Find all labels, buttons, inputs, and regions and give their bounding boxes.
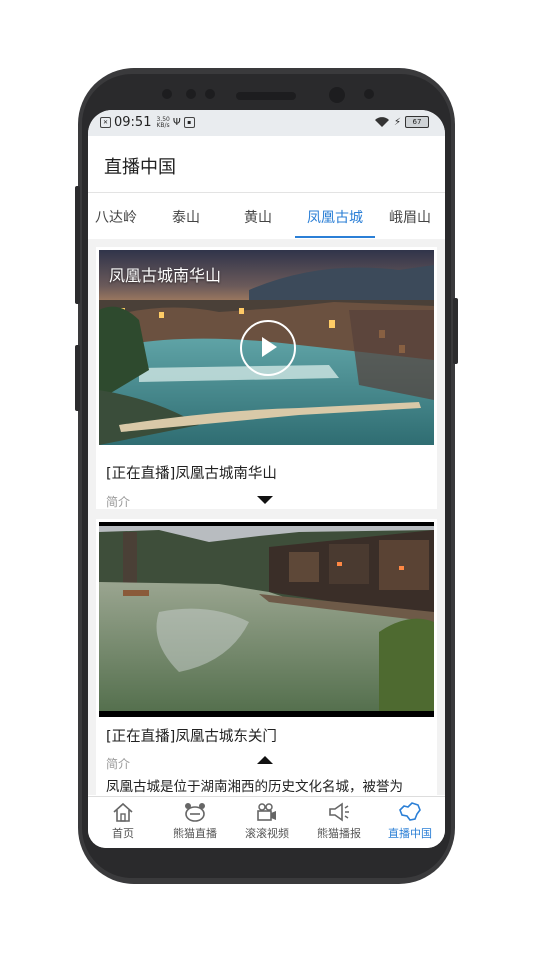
video-thumbnail[interactable] bbox=[99, 522, 434, 717]
network-speed-unit: KB/s bbox=[156, 121, 170, 129]
tab-bar: 八达岭 泰山 黄山 凤凰古城 峨眉山 bbox=[88, 193, 445, 239]
live-card[interactable]: [正在直播]凤凰古城东关门 简介 凤凰古城是位于湖南湘西的历史文化名城，被誉为 bbox=[96, 519, 437, 795]
power-button bbox=[453, 298, 458, 364]
notification-icon: ✕ bbox=[100, 117, 111, 128]
tab-huangshan[interactable]: 黄山 bbox=[222, 207, 294, 227]
wifi-icon bbox=[374, 117, 389, 127]
china-map-icon bbox=[399, 802, 421, 821]
nav-panda-live[interactable]: 熊猫直播 bbox=[160, 801, 230, 841]
nav-label: 滚滚视频 bbox=[245, 827, 289, 840]
megaphone-icon bbox=[329, 802, 349, 822]
nav-rolling-video[interactable]: 滚滚视频 bbox=[232, 801, 302, 841]
card-description: 凤凰古城是位于湖南湘西的历史文化名城，被誉为 bbox=[106, 779, 403, 795]
tab-fenghuang[interactable]: 凤凰古城 bbox=[299, 207, 371, 227]
volume-button bbox=[75, 186, 80, 304]
front-sensor bbox=[162, 89, 172, 99]
live-feed[interactable]: 凤凰古城南华山 [正在直播]凤凰古城南华山 简介 [正在直播]凤凰古城东关门 简… bbox=[88, 239, 445, 795]
app-notification-icon: ▪ bbox=[183, 117, 195, 128]
app-bar: 直播中国 bbox=[88, 136, 445, 193]
nav-panda-report[interactable]: 熊猫播报 bbox=[304, 801, 374, 841]
battery-icon: 67 bbox=[405, 116, 429, 128]
front-sensor bbox=[186, 89, 196, 99]
panda-icon bbox=[185, 803, 205, 822]
live-card[interactable]: 凤凰古城南华山 [正在直播]凤凰古城南华山 简介 bbox=[96, 247, 437, 509]
nav-label: 首页 bbox=[112, 827, 134, 840]
home-icon bbox=[113, 802, 133, 822]
network-speed: 3.50 KB/s bbox=[156, 116, 170, 129]
screen: ✕ 09:51 3.50 KB/s Ψ ▪ ⚡ 67 直播中国 八达岭 泰山 黄… bbox=[88, 110, 445, 848]
play-icon[interactable] bbox=[240, 320, 296, 376]
side-button bbox=[75, 345, 80, 411]
tab-badaling[interactable]: 八达岭 bbox=[88, 207, 152, 227]
nav-label: 熊猫播报 bbox=[317, 827, 361, 840]
nav-label: 熊猫直播 bbox=[173, 827, 217, 840]
nav-live-china[interactable]: 直播中国 bbox=[375, 801, 445, 841]
charging-icon: ⚡ bbox=[393, 116, 401, 128]
intro-label: 简介 bbox=[106, 495, 131, 509]
bottom-navigation: 首页 熊猫直播 滚滚视频 熊猫播报 直播中国 bbox=[88, 796, 445, 848]
tab-taishan[interactable]: 泰山 bbox=[150, 207, 222, 227]
earpiece-speaker bbox=[236, 92, 296, 100]
collapse-icon[interactable] bbox=[257, 756, 273, 764]
scenic-image bbox=[99, 522, 434, 717]
tab-emeishan[interactable]: 峨眉山 bbox=[374, 207, 445, 227]
expand-icon[interactable] bbox=[257, 496, 273, 504]
video-overlay-title: 凤凰古城南华山 bbox=[109, 266, 222, 285]
status-bar: ✕ 09:51 3.50 KB/s Ψ ▪ ⚡ 67 bbox=[88, 110, 445, 136]
front-camera bbox=[329, 87, 345, 103]
intro-label: 简介 bbox=[106, 757, 131, 771]
status-time: 09:51 bbox=[114, 115, 152, 130]
nav-home[interactable]: 首页 bbox=[88, 801, 158, 841]
tab-indicator bbox=[295, 236, 375, 238]
front-sensor bbox=[364, 89, 374, 99]
nav-label: 直播中国 bbox=[388, 827, 432, 840]
video-camera-icon bbox=[257, 803, 276, 821]
card-title[interactable]: [正在直播]凤凰古城东关门 bbox=[106, 725, 277, 746]
page-title: 直播中国 bbox=[104, 157, 176, 178]
card-title[interactable]: [正在直播]凤凰古城南华山 bbox=[106, 462, 277, 483]
front-sensor bbox=[205, 89, 215, 99]
video-thumbnail[interactable]: 凤凰古城南华山 bbox=[99, 250, 434, 445]
usb-icon: Ψ bbox=[172, 117, 181, 128]
